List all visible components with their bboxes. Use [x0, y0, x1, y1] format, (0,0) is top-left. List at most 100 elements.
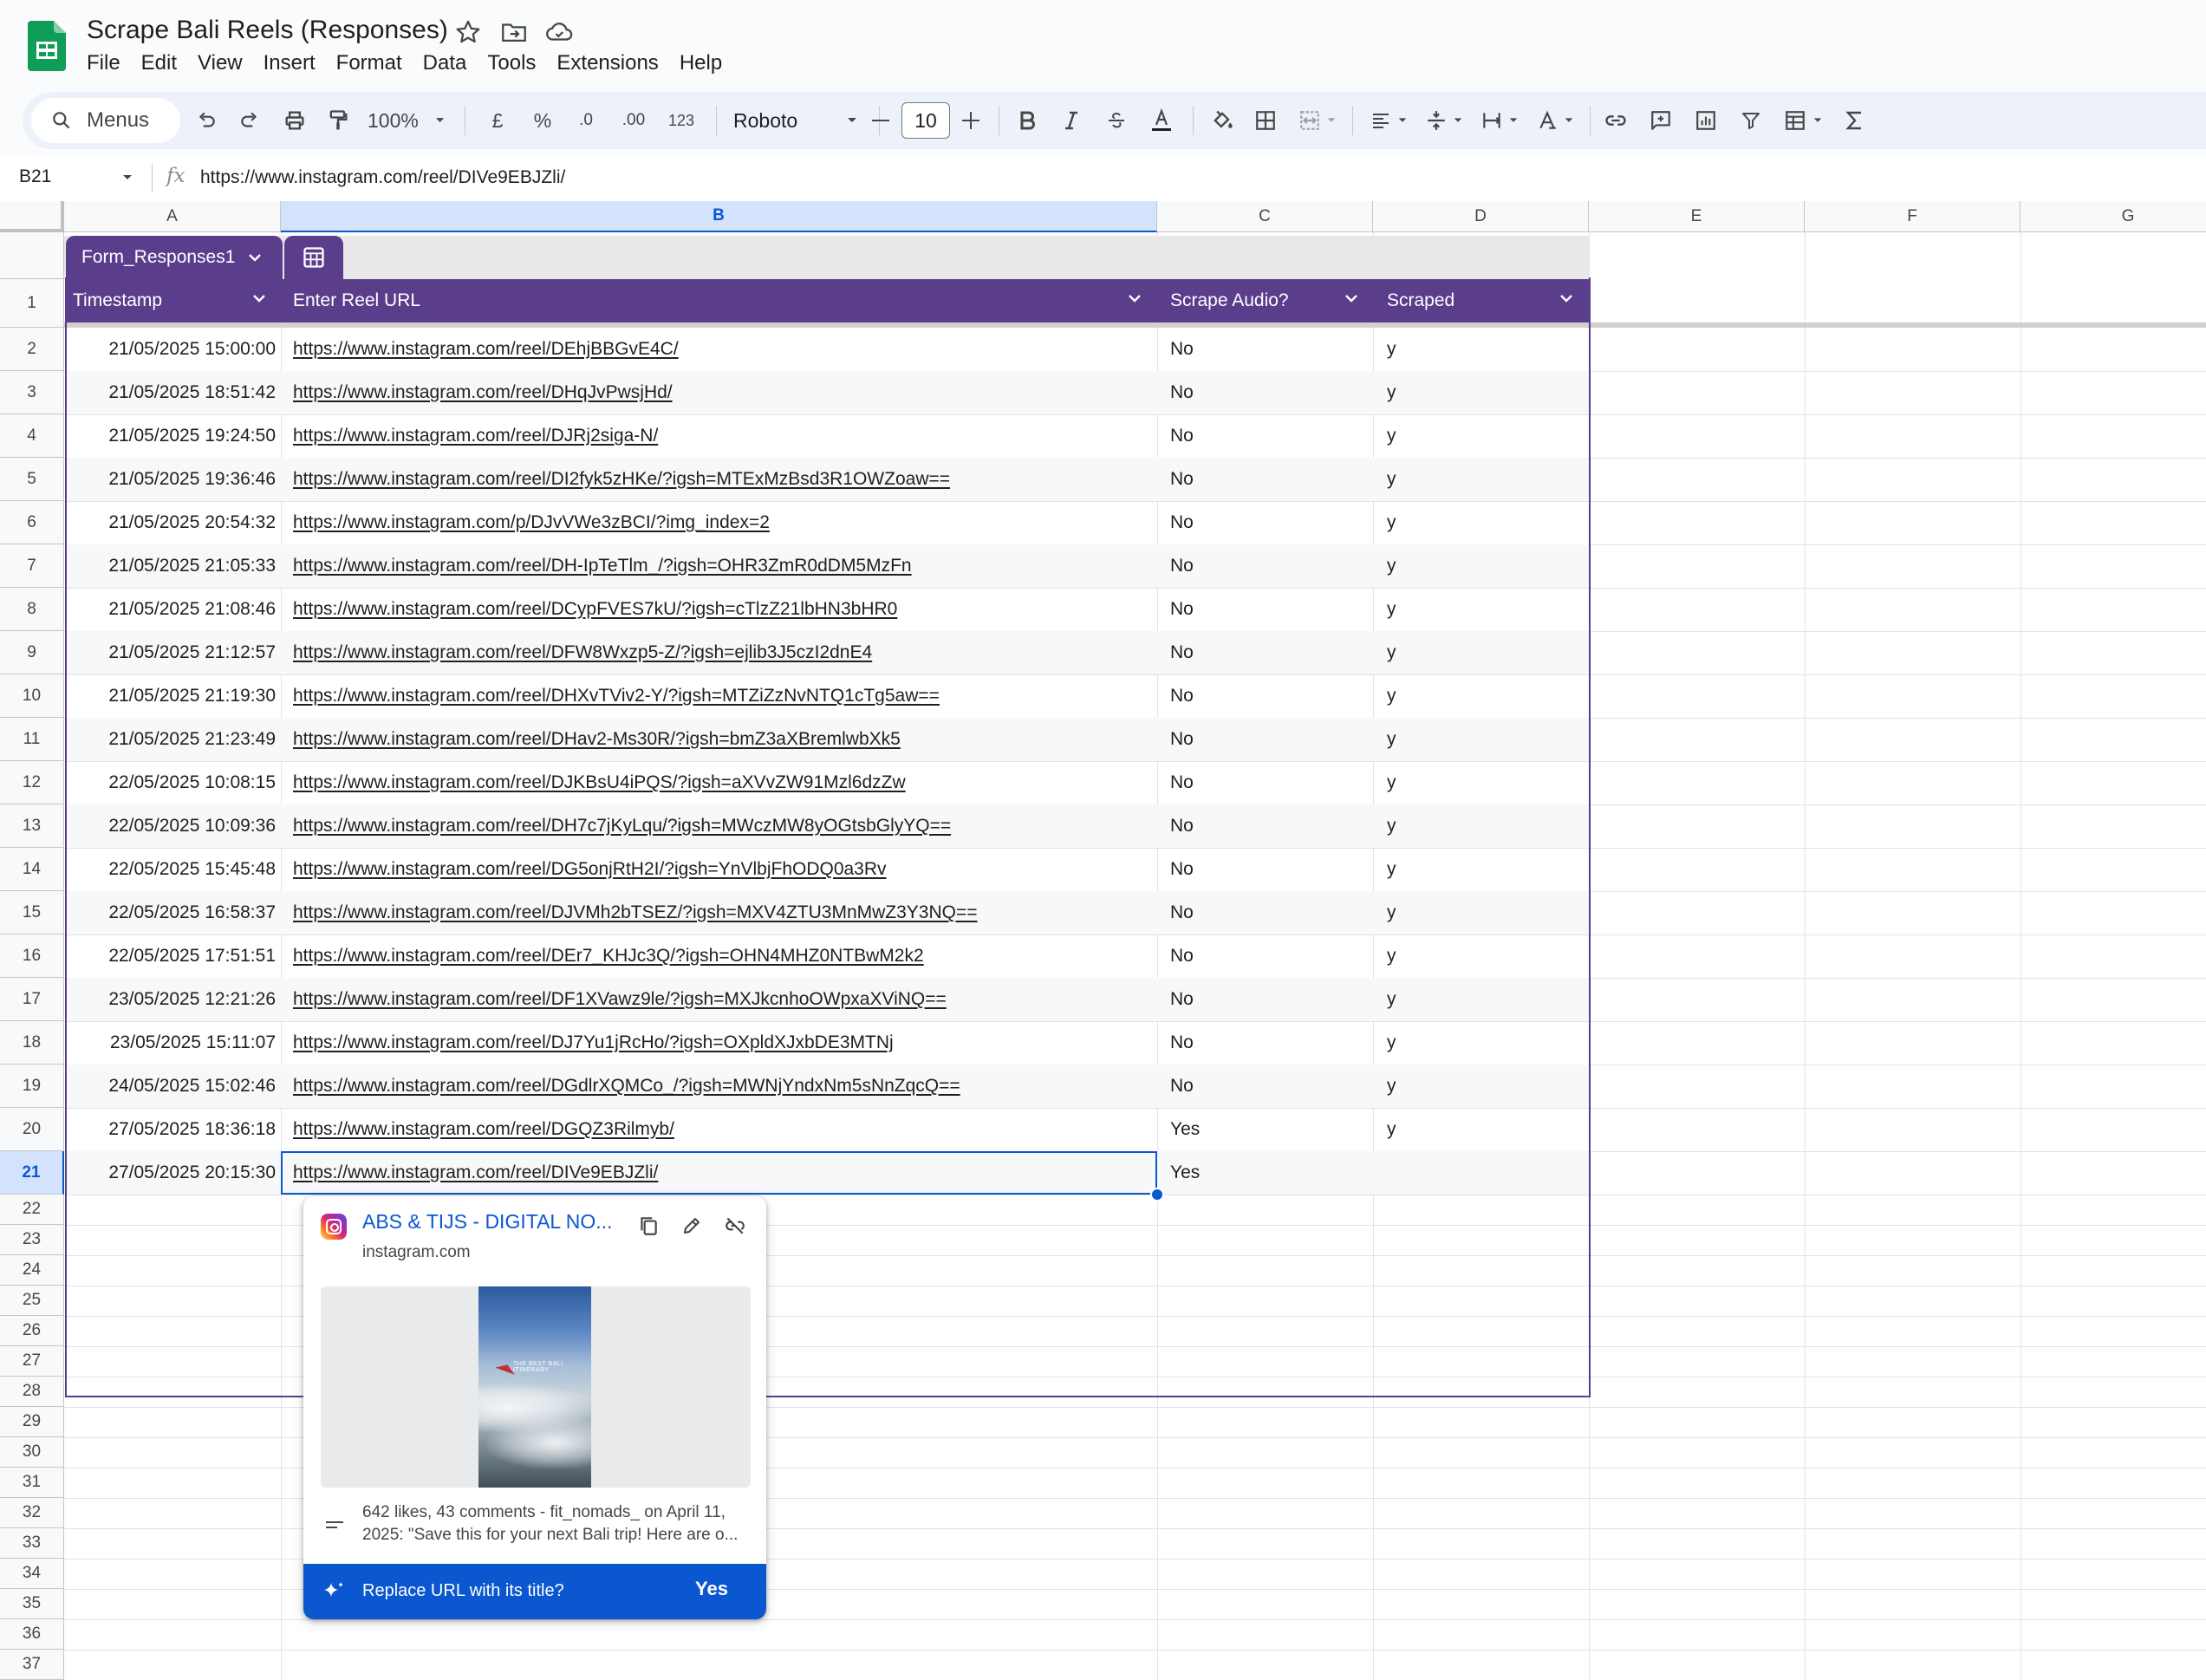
reel-url-link[interactable]: https://www.instagram.com/reel/DH-IpTeTl…	[293, 544, 1160, 588]
scrape-audio-cell[interactable]: No	[1170, 1065, 1378, 1108]
reel-url-link[interactable]: https://www.instagram.com/p/DJvVWe3zBCI/…	[293, 501, 1160, 544]
reel-url-link[interactable]: https://www.instagram.com/reel/DI2fyk5zH…	[293, 458, 1160, 501]
menu-help[interactable]: Help	[669, 50, 732, 76]
table-views-button[interactable]	[1777, 92, 1829, 149]
font-size-input[interactable]: 10	[901, 102, 950, 139]
reel-url-link[interactable]: https://www.instagram.com/reel/DHqJvPwsj…	[293, 371, 1160, 414]
borders-button[interactable]	[1248, 92, 1283, 149]
header-scraped[interactable]: Scraped	[1378, 279, 1590, 322]
reel-url-link[interactable]: https://www.instagram.com/reel/DJKBsU4iP…	[293, 761, 1160, 804]
row-header-11[interactable]: 11	[0, 718, 64, 761]
chevron-down-icon[interactable]	[251, 293, 267, 303]
scraped-cell[interactable]: y	[1387, 761, 1586, 804]
column-header-b[interactable]: B	[281, 201, 1157, 232]
text-rotation-button[interactable]	[1531, 92, 1579, 149]
row-header-26[interactable]: 26	[0, 1316, 64, 1346]
row-header-2[interactable]: 2	[0, 328, 64, 371]
row-header-18[interactable]: 18	[0, 1021, 64, 1065]
row-header-4[interactable]: 4	[0, 414, 64, 458]
timestamp-cell[interactable]: 22/05/2025 10:09:36	[66, 804, 283, 848]
row-header-14[interactable]: 14	[0, 848, 64, 891]
insert-link-button[interactable]	[1598, 92, 1633, 149]
row-header-16[interactable]: 16	[0, 934, 64, 978]
timestamp-cell[interactable]: 21/05/2025 15:00:00	[66, 328, 283, 371]
row-header-31[interactable]: 31	[0, 1468, 64, 1498]
scraped-cell[interactable]: y	[1387, 804, 1586, 848]
move-to-folder-icon[interactable]	[499, 17, 529, 47]
functions-button[interactable]	[1838, 92, 1872, 149]
timestamp-cell[interactable]: 21/05/2025 19:36:46	[66, 458, 283, 501]
decrease-font-size-button[interactable]	[863, 92, 898, 149]
column-header-a[interactable]: A	[64, 201, 281, 232]
scrape-audio-cell[interactable]: No	[1170, 501, 1378, 544]
row-header-29[interactable]: 29	[0, 1407, 64, 1437]
reel-url-link[interactable]: https://www.instagram.com/reel/DJVMh2bTS…	[293, 891, 1160, 934]
scraped-cell[interactable]: y	[1387, 674, 1586, 718]
column-header-e[interactable]: E	[1589, 201, 1805, 232]
column-header-g[interactable]: G	[2021, 201, 2206, 232]
row-header-7[interactable]: 7	[0, 544, 64, 588]
decrease-decimal-button[interactable]: .0	[569, 92, 603, 149]
reel-url-link[interactable]: https://www.instagram.com/reel/DFW8Wxzp5…	[293, 631, 1160, 674]
scraped-cell[interactable]: y	[1387, 848, 1586, 891]
scraped-cell[interactable]: y	[1387, 328, 1586, 371]
scrape-audio-cell[interactable]: No	[1170, 328, 1378, 371]
row-header-30[interactable]: 30	[0, 1437, 64, 1468]
row-header-27[interactable]: 27	[0, 1346, 64, 1377]
row-header-24[interactable]: 24	[0, 1255, 64, 1286]
column-header-d[interactable]: D	[1373, 201, 1589, 232]
scraped-cell[interactable]: y	[1387, 934, 1586, 978]
undo-button[interactable]	[189, 92, 224, 149]
merge-cells-button[interactable]	[1292, 92, 1344, 149]
timestamp-cell[interactable]: 21/05/2025 21:05:33	[66, 544, 283, 588]
row-header-9[interactable]: 9	[0, 631, 64, 674]
timestamp-cell[interactable]: 24/05/2025 15:02:46	[66, 1065, 283, 1108]
menu-insert[interactable]: Insert	[253, 50, 326, 76]
timestamp-cell[interactable]: 23/05/2025 12:21:26	[66, 978, 283, 1021]
scraped-cell[interactable]	[1387, 1151, 1586, 1195]
scraped-cell[interactable]: y	[1387, 371, 1586, 414]
reel-url-link[interactable]: https://www.instagram.com/reel/DEr7_KHJc…	[293, 934, 1160, 978]
row-header-28[interactable]: 28	[0, 1377, 64, 1407]
header-enter-reel-url[interactable]: Enter Reel URL	[286, 279, 1158, 322]
fill-handle[interactable]	[1150, 1188, 1164, 1201]
strikethrough-button[interactable]	[1099, 92, 1134, 149]
row-header-8[interactable]: 8	[0, 588, 64, 631]
menu-file[interactable]: File	[87, 50, 131, 76]
zoom-select[interactable]: 100%	[368, 92, 446, 149]
scraped-cell[interactable]: y	[1387, 891, 1586, 934]
paint-format-button[interactable]	[321, 92, 355, 149]
timestamp-cell[interactable]: 21/05/2025 21:12:57	[66, 631, 283, 674]
row-header-15[interactable]: 15	[0, 891, 64, 934]
timestamp-cell[interactable]: 21/05/2025 21:23:49	[66, 718, 283, 761]
reel-url-link[interactable]: https://www.instagram.com/reel/DH7c7jKyL…	[293, 804, 1160, 848]
timestamp-cell[interactable]: 22/05/2025 10:08:15	[66, 761, 283, 804]
row-header-37[interactable]: 37	[0, 1650, 64, 1680]
chevron-down-icon[interactable]	[1127, 293, 1142, 303]
scraped-cell[interactable]: y	[1387, 501, 1586, 544]
timestamp-cell[interactable]: 21/05/2025 21:19:30	[66, 674, 283, 718]
row-header-19[interactable]: 19	[0, 1065, 64, 1108]
menu-extensions[interactable]: Extensions	[546, 50, 668, 76]
scraped-cell[interactable]: y	[1387, 458, 1586, 501]
scrape-audio-cell[interactable]: No	[1170, 761, 1378, 804]
menu-format[interactable]: Format	[326, 50, 413, 76]
timestamp-cell[interactable]: 21/05/2025 20:54:32	[66, 501, 283, 544]
redo-button[interactable]	[232, 92, 267, 149]
remove-link-button[interactable]	[719, 1210, 751, 1241]
row-header-1[interactable]: 1	[0, 279, 64, 328]
table-name-tab[interactable]: Form_Responses1	[66, 236, 283, 279]
scraped-cell[interactable]: y	[1387, 414, 1586, 458]
formula-input[interactable]: https://www.instagram.com/reel/DIVe9EBJZ…	[200, 167, 565, 188]
row-header-17[interactable]: 17	[0, 978, 64, 1021]
star-icon[interactable]	[453, 17, 483, 47]
scraped-cell[interactable]: y	[1387, 1108, 1586, 1151]
edit-link-button[interactable]	[676, 1210, 707, 1241]
chevron-down-icon[interactable]	[1559, 293, 1574, 303]
reel-url-link[interactable]: https://www.instagram.com/reel/DEhjBBGvE…	[293, 328, 1160, 371]
timestamp-cell[interactable]: 21/05/2025 18:51:42	[66, 371, 283, 414]
chevron-down-icon[interactable]	[121, 173, 133, 182]
reel-url-link[interactable]: https://www.instagram.com/reel/DGdlrXQMC…	[293, 1065, 1160, 1108]
more-formats-button[interactable]: 123	[664, 92, 699, 149]
menu-view[interactable]: View	[187, 50, 253, 76]
